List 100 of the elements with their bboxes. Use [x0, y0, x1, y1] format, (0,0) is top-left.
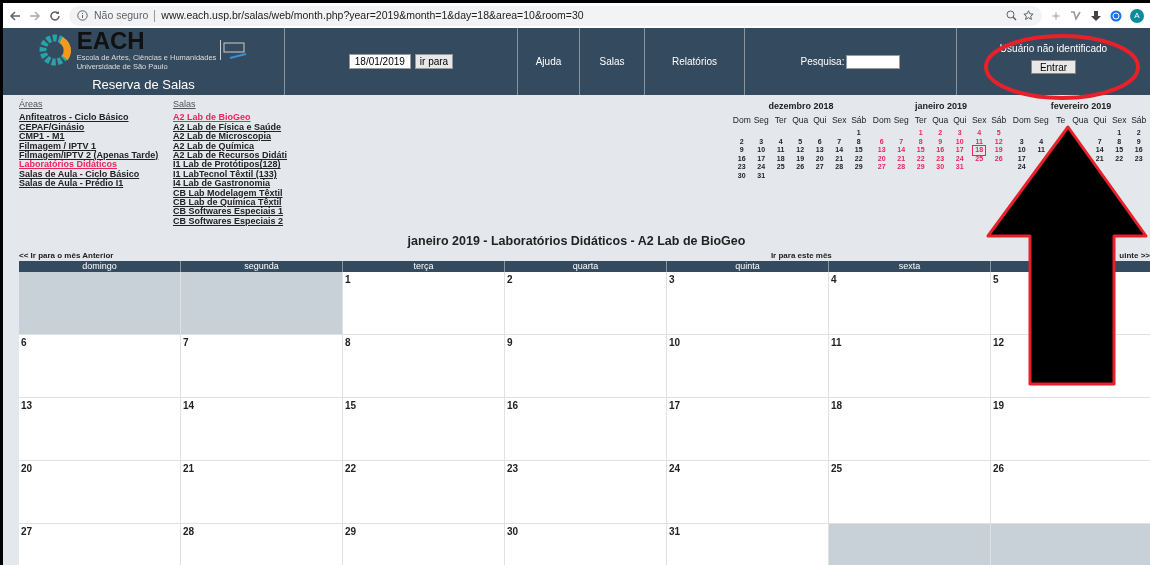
weekday-label: Qua — [931, 113, 950, 127]
calendar-title[interactable]: janeiro 2019 — [872, 100, 1010, 114]
weekday-label: Qui — [1092, 113, 1108, 127]
day-number[interactable]: 6 — [19, 335, 27, 350]
day-number[interactable]: 20 — [19, 461, 33, 476]
weekday-label: Sáb — [1130, 113, 1148, 127]
day-number[interactable]: 30 — [505, 524, 519, 539]
list-link[interactable]: Salas de Aula - Prédio I1 — [19, 179, 173, 189]
login-button[interactable]: Entrar — [1030, 60, 1077, 74]
weekday-label: Dom — [732, 113, 752, 127]
list-link[interactable]: CB Softwares Especiais 1 — [173, 207, 333, 217]
calendar-title[interactable]: fevereiro 2019 — [1012, 100, 1150, 114]
day-number[interactable]: 22 — [343, 461, 357, 476]
month-title: janeiro 2019 - Laboratórios Didáticos - A2 Lab de BioGeo — [406, 233, 747, 250]
nav-link[interactable]: Relatórios — [672, 54, 717, 69]
list-link[interactable]: A2 Lab de Microscopia — [173, 132, 333, 142]
day-number[interactable]: 2 — [505, 272, 513, 287]
day-number[interactable]: 28 — [181, 524, 195, 539]
v-icon[interactable] — [1070, 9, 1082, 22]
download-icon[interactable] — [1090, 9, 1102, 22]
weekday-label: Qui — [812, 113, 828, 127]
day-number[interactable]: 26 — [991, 461, 1005, 476]
list-link[interactable]: I4 Lab de Gastronomia — [173, 179, 333, 189]
app-title: Reserva de Salas — [92, 75, 195, 94]
back-icon[interactable] — [9, 9, 21, 22]
day-number[interactable]: 18 — [829, 398, 843, 413]
day-number[interactable]: 3 — [667, 272, 675, 287]
day-number[interactable]: 23 — [505, 461, 519, 476]
weekday-label: Te — [1055, 113, 1067, 127]
day-number[interactable]: 31 — [667, 524, 681, 539]
list-link[interactable]: Salas de Aula - Ciclo Básico — [19, 169, 173, 180]
column-header: quarta — [505, 261, 667, 272]
star-icon[interactable] — [1023, 10, 1034, 21]
section-heading[interactable]: Áreas — [19, 100, 173, 110]
day-number[interactable]: 11 — [829, 335, 842, 350]
nav-link[interactable]: Ajuda — [535, 54, 562, 69]
url-text: www.each.usp.br/salas/web/month.php?year=2019&month=1&day=18&area=10&room=30 — [161, 7, 584, 23]
security-label: Não seguro — [94, 7, 149, 23]
zoom-icon[interactable] — [1006, 10, 1017, 21]
list-link[interactable]: I1 Lab de Protótipos(128) — [173, 160, 333, 170]
weekday-label: Ter — [913, 113, 928, 127]
day-number[interactable]: 15 — [343, 398, 357, 413]
day-number[interactable]: 13 — [19, 398, 33, 413]
go-button[interactable]: ir para — [414, 54, 454, 69]
globe-icon[interactable] — [1110, 9, 1122, 22]
day-number[interactable]: 12 — [991, 335, 1005, 350]
column-header: terça — [343, 261, 505, 272]
list-link[interactable]: A2 Lab de Física e Saúde — [173, 122, 333, 133]
list-link[interactable]: CB Lab Modelagem Têxtil — [173, 188, 333, 199]
list-link[interactable]: A2 Lab de Recursos Didáti — [173, 151, 333, 161]
logo-text: EACH — [76, 28, 146, 53]
day-number[interactable]: 27 — [19, 524, 33, 539]
weekday-label: Sáb — [850, 113, 868, 127]
day-number[interactable]: 14 — [181, 398, 195, 413]
this-month-link[interactable]: Ir para este mês — [770, 250, 832, 261]
weekday-label: Seg — [892, 113, 910, 127]
list-link[interactable]: A2 Lab de Química — [173, 141, 333, 152]
column-header: domingo — [19, 261, 181, 272]
day-number[interactable]: 9 — [505, 335, 513, 350]
search-field[interactable] — [846, 54, 901, 69]
list-link[interactable]: CMP1 - M1 — [19, 132, 173, 142]
day-number[interactable]: 4 — [829, 272, 837, 287]
address-bar[interactable]: Não seguro www.each.usp.br/salas/web/month.php?year=2019&month=1&day=18&area=10&room=30 — [69, 5, 1042, 26]
day-number[interactable]: 17 — [667, 398, 681, 413]
day-number[interactable]: 19 — [991, 398, 1005, 413]
date-field[interactable]: 18/01/2019 — [348, 54, 411, 69]
day-number[interactable]: 8 — [343, 335, 351, 350]
column-header: quinta — [667, 261, 829, 272]
weekday-label: Sex — [830, 113, 848, 127]
weekday-label: Dom — [872, 113, 892, 127]
list-link[interactable]: A2 Lab de BioGeo — [173, 113, 333, 123]
column-header: segunda — [181, 261, 343, 272]
day-number[interactable]: 24 — [667, 461, 681, 476]
list-link[interactable]: Anfiteatros - Ciclo Básico — [19, 113, 173, 123]
section-heading[interactable]: Salas — [173, 100, 333, 110]
day-number[interactable]: 1 — [343, 272, 351, 287]
list-link[interactable]: I1 LabTecnol Têxtil (133) — [173, 169, 333, 180]
weekday-label: Sex — [970, 113, 988, 127]
nav-link[interactable]: Salas — [599, 54, 625, 69]
profile-avatar[interactable]: A — [1130, 8, 1144, 23]
prev-month-link[interactable]: << Ir para o mês Anterior — [19, 250, 114, 261]
weekday-label: Qua — [1071, 113, 1090, 127]
list-link[interactable]: Laboratórios Didáticos — [19, 160, 173, 170]
day-number[interactable]: 21 — [181, 461, 195, 476]
reload-icon[interactable] — [49, 9, 61, 22]
weekday-label: Seg — [1032, 113, 1050, 127]
day-number[interactable]: 25 — [829, 461, 843, 476]
day-number[interactable]: 7 — [181, 335, 189, 350]
list-link[interactable]: CB Softwares Especiais 2 — [173, 216, 333, 227]
calendar-title[interactable]: dezembro 2018 — [732, 100, 870, 114]
day-number[interactable]: 16 — [505, 398, 519, 413]
weekday-label: Qua — [791, 113, 810, 127]
info-icon — [77, 10, 88, 21]
weekday-label: Dom — [1012, 113, 1032, 127]
column-header: sexta — [829, 261, 991, 272]
list-link[interactable]: CEPAF/Ginásio — [19, 122, 173, 133]
next-month-link[interactable]: uinte >> — [1119, 250, 1150, 261]
day-number[interactable]: 29 — [343, 524, 357, 539]
day-number[interactable]: 5 — [991, 272, 999, 287]
day-number[interactable]: 10 — [667, 335, 681, 350]
